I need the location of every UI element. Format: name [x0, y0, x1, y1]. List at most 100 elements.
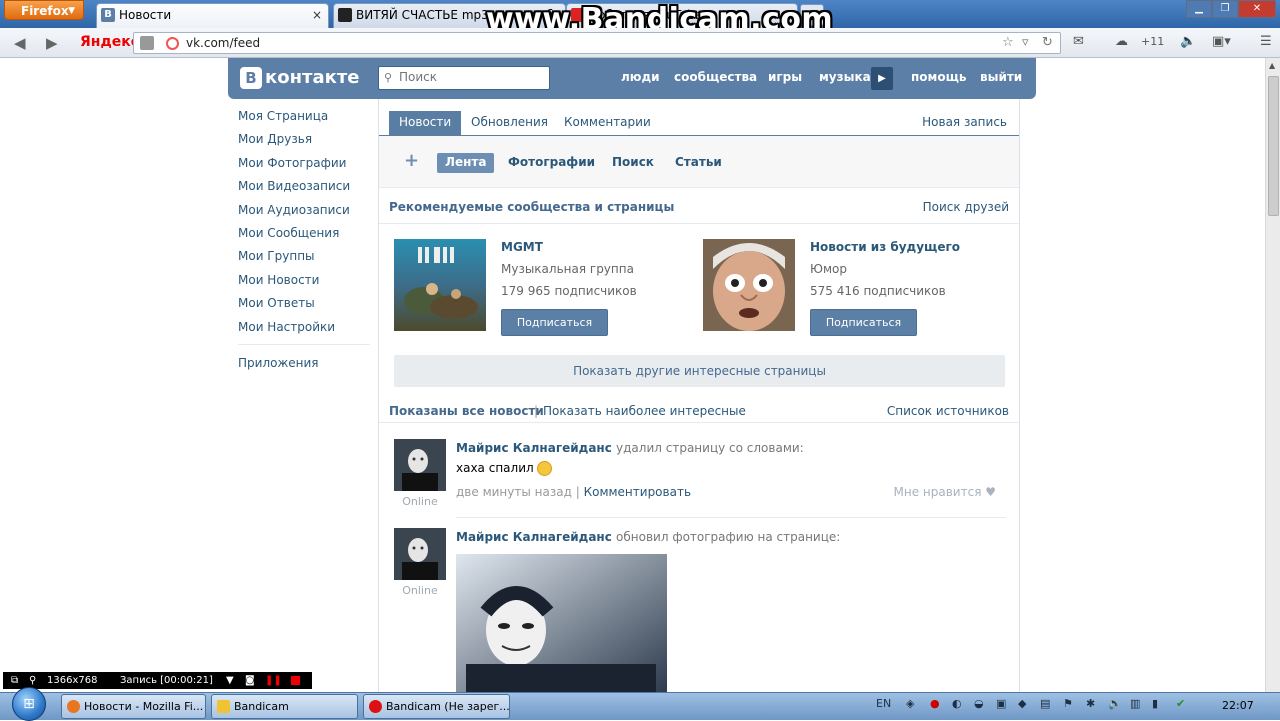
- firefox-menu-label: Firefox: [21, 4, 69, 18]
- taskbar-firefox[interactable]: Новости - Mozilla Fi...: [61, 694, 206, 719]
- page-info-icon[interactable]: [140, 36, 154, 50]
- play-icon[interactable]: ▶: [871, 67, 893, 90]
- sidebar-item-answers[interactable]: Мои Ответы: [238, 293, 370, 316]
- subscribe-button[interactable]: Подписаться: [810, 309, 917, 336]
- tray-app-icon[interactable]: ▤: [1040, 697, 1050, 710]
- network-icon[interactable]: ▥: [1130, 697, 1140, 710]
- tab-comments[interactable]: Комментарии: [554, 111, 661, 135]
- taskbar-clock[interactable]: 22:07: [1222, 699, 1254, 712]
- tab-news[interactable]: Новости: [389, 111, 462, 135]
- record-tray-icon[interactable]: ●: [930, 697, 940, 710]
- avatar[interactable]: [394, 528, 446, 580]
- community-name[interactable]: MGMT: [501, 240, 543, 254]
- search-input[interactable]: [399, 70, 544, 84]
- post-photo[interactable]: [456, 554, 667, 694]
- mail-icon[interactable]: ✉: [1073, 34, 1084, 49]
- pause-icon[interactable]: ❚❚: [265, 672, 282, 689]
- site-identity-icon[interactable]: [166, 37, 179, 50]
- tray-app-icon[interactable]: ◈: [906, 697, 914, 710]
- extension-count[interactable]: +11: [1141, 35, 1164, 48]
- yandex-logo[interactable]: Яндекс: [80, 34, 139, 50]
- language-indicator[interactable]: EN: [876, 697, 891, 710]
- speaker-icon[interactable]: 🔈: [1108, 697, 1122, 710]
- subnav-feed[interactable]: Лента: [437, 153, 495, 173]
- nav-people[interactable]: люди: [621, 70, 660, 84]
- new-post-link[interactable]: Новая запись: [912, 111, 1017, 135]
- sidebar-item-apps[interactable]: Приложения: [238, 353, 370, 376]
- camera-icon[interactable]: ◙: [245, 672, 255, 689]
- tray-app-icon[interactable]: ◒: [974, 697, 984, 710]
- nav-communities[interactable]: сообщества: [674, 70, 757, 84]
- window-select-icon[interactable]: ⧉: [11, 672, 18, 689]
- sidebar-item-settings[interactable]: Мои Настройки: [238, 317, 370, 340]
- sidebar-item-friends[interactable]: Мои Друзья: [238, 129, 370, 152]
- avatar[interactable]: [394, 439, 446, 491]
- sidebar-item-news[interactable]: Мои Новости: [238, 270, 370, 293]
- subnav-photos[interactable]: Фотографии: [500, 153, 603, 173]
- post-action: удалил страницу со словами:: [616, 441, 804, 455]
- weather-cloud-icon[interactable]: ☁: [1115, 34, 1128, 49]
- page-scrollbar[interactable]: ▲: [1265, 58, 1280, 692]
- nav-logout[interactable]: выйти: [980, 70, 1022, 84]
- dropdown-arrow-icon[interactable]: ▼: [226, 672, 234, 689]
- firefox-menu-button[interactable]: Firefox ▼: [4, 0, 84, 20]
- taskbar-bandicam-app[interactable]: Bandicam (Не зарег...: [363, 694, 510, 719]
- plus-icon[interactable]: +: [404, 150, 419, 171]
- subnav-search[interactable]: Поиск: [604, 153, 662, 173]
- nav-help[interactable]: помощь: [911, 70, 966, 84]
- post-author[interactable]: Майрис Калнагейданс: [456, 530, 612, 544]
- dropdown-arrow-icon[interactable]: ▿: [1022, 35, 1029, 50]
- address-bar[interactable]: vk.com/feed ☆ ▿ ↻: [133, 32, 1061, 54]
- maximize-button[interactable]: ❐: [1212, 0, 1238, 18]
- flag-icon[interactable]: ⚑: [1063, 697, 1073, 710]
- tab-updates[interactable]: Обновления: [461, 111, 558, 135]
- forward-arrow-icon[interactable]: ▶: [46, 34, 58, 52]
- tab-vk-news[interactable]: В Новости ×: [96, 3, 329, 28]
- stop-record-icon[interactable]: [291, 676, 300, 685]
- future-news-cover-image: [703, 239, 795, 331]
- bookmark-star-icon[interactable]: ☆: [1002, 35, 1014, 50]
- addon-icon[interactable]: ▣▾: [1212, 34, 1231, 49]
- tray-app-icon[interactable]: ◐: [952, 697, 962, 710]
- show-more-pages-button[interactable]: Показать другие интересные страницы: [394, 355, 1005, 387]
- sources-list-link[interactable]: Список источников: [887, 404, 1009, 418]
- back-arrow-icon[interactable]: ◀: [14, 34, 26, 52]
- subnav-articles[interactable]: Статьи: [667, 153, 730, 173]
- nav-music[interactable]: музыка: [819, 70, 871, 84]
- tray-app-icon[interactable]: ◆: [1018, 697, 1026, 710]
- sidebar-item-messages[interactable]: Мои Сообщения: [238, 223, 370, 246]
- post-time[interactable]: две минуты назад: [456, 485, 572, 499]
- subscribe-button[interactable]: Подписаться: [501, 309, 608, 336]
- taskbar-bandicam-folder[interactable]: Bandicam: [211, 694, 358, 719]
- sidebar-item-my-page[interactable]: Моя Страница: [238, 106, 370, 129]
- check-icon[interactable]: ✔: [1176, 697, 1185, 710]
- reload-icon[interactable]: ↻: [1042, 35, 1053, 50]
- speaker-icon[interactable]: 🔈: [1180, 34, 1196, 49]
- start-button[interactable]: ⊞: [12, 687, 46, 721]
- url-text[interactable]: vk.com/feed: [186, 36, 260, 50]
- vk-search-box[interactable]: ⚲: [378, 66, 550, 90]
- vk-logo[interactable]: Вконтакте: [240, 66, 359, 90]
- sidebar-item-videos[interactable]: Мои Видеозаписи: [238, 176, 370, 199]
- close-window-button[interactable]: ✕: [1238, 0, 1276, 18]
- community-avatar[interactable]: [703, 239, 795, 331]
- battery-icon[interactable]: ▮: [1152, 697, 1158, 710]
- sidebar-item-photos[interactable]: Мои Фотографии: [238, 153, 370, 176]
- menu-icon[interactable]: ☰: [1260, 34, 1272, 49]
- scroll-up-icon[interactable]: ▲: [1269, 61, 1275, 70]
- like-button[interactable]: Мне нравится ♥: [894, 485, 996, 499]
- comment-link[interactable]: Комментировать: [584, 485, 691, 499]
- find-friends-link[interactable]: Поиск друзей: [923, 200, 1009, 214]
- nav-games[interactable]: игры: [768, 70, 802, 84]
- sidebar-item-audio[interactable]: Мои Аудиозаписи: [238, 200, 370, 223]
- community-avatar[interactable]: [394, 239, 486, 331]
- minimize-button[interactable]: ▁: [1186, 0, 1212, 18]
- community-name[interactable]: Новости из будущего: [810, 240, 960, 254]
- sidebar-item-groups[interactable]: Мои Группы: [238, 246, 370, 269]
- close-icon[interactable]: ×: [312, 4, 322, 26]
- show-interesting-link[interactable]: Показать наиболее интересные: [543, 404, 746, 418]
- scrollbar-thumb[interactable]: [1268, 76, 1279, 216]
- post-author[interactable]: Майрис Калнагейданс: [456, 441, 612, 455]
- bluetooth-icon[interactable]: ✱: [1086, 697, 1095, 710]
- tray-app-icon[interactable]: ▣: [996, 697, 1006, 710]
